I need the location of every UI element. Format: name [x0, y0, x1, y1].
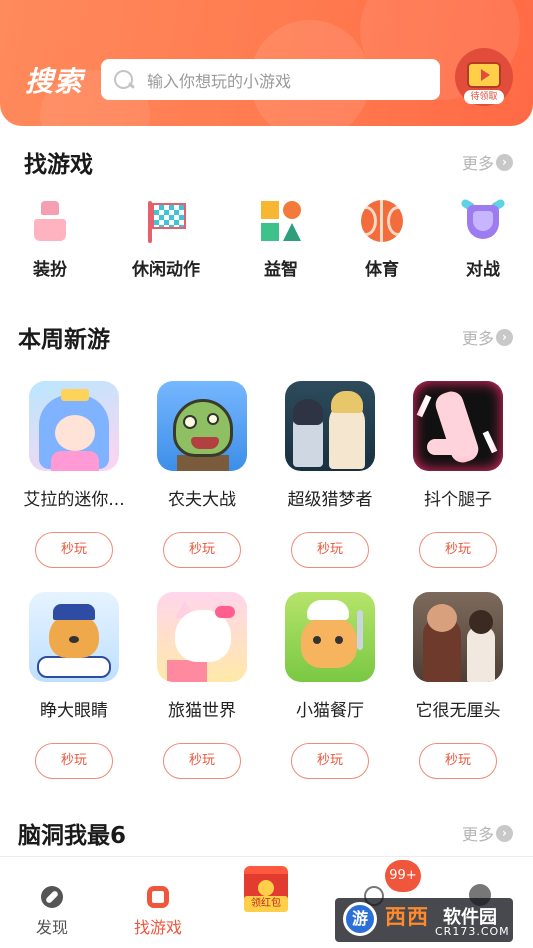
more-label: 更多	[462, 154, 495, 173]
play-button[interactable]: 秒玩	[419, 743, 497, 779]
category-label: 对战	[466, 260, 500, 280]
more-link-find-games[interactable]: 更多 ›	[462, 150, 514, 174]
category-label: 体育	[365, 260, 399, 280]
game-thumbnail[interactable]	[29, 381, 119, 471]
red-envelope-icon	[258, 880, 274, 896]
game-card[interactable]: 农夫大战 秒玩	[142, 381, 262, 568]
play-button[interactable]: 秒玩	[35, 532, 113, 568]
compass-icon	[41, 886, 63, 908]
game-name: 农夫大战	[168, 490, 236, 510]
game-thumbnail[interactable]	[157, 381, 247, 471]
category-puzzle[interactable]: 益智	[241, 199, 321, 280]
chevron-right-icon: ›	[496, 824, 514, 842]
more-link-weekly-new[interactable]: 更多 ›	[462, 325, 514, 349]
play-button[interactable]: 秒玩	[419, 532, 497, 568]
game-thumbnail[interactable]	[413, 381, 503, 471]
game-card[interactable]: 旅猫世界 秒玩	[142, 592, 262, 779]
watermark-url: CR173.COM	[435, 925, 510, 938]
game-name: 超级猎梦者	[287, 490, 373, 510]
more-link-brain-hole[interactable]: 更多 ›	[462, 821, 514, 845]
play-button[interactable]: 秒玩	[291, 532, 369, 568]
chevron-right-icon: ›	[496, 153, 514, 171]
game-grid-icon	[147, 886, 169, 908]
watermark-logo: 游 西西 软件园 CR173.COM	[335, 898, 513, 942]
reward-label: 待领取	[464, 90, 504, 104]
game-card[interactable]: 抖个腿子 秒玩	[398, 381, 518, 568]
game-name: 睁大眼睛	[40, 701, 108, 721]
search-input[interactable]: 输入你想玩的小游戏	[101, 59, 440, 100]
game-name: 艾拉的迷你...	[23, 490, 125, 510]
play-button[interactable]: 秒玩	[35, 743, 113, 779]
section-title-find-games: 找游戏	[24, 152, 93, 178]
watermark-main: 西西	[385, 905, 429, 929]
notification-badge: 99+	[385, 860, 421, 892]
game-card[interactable]: 艾拉的迷你... 秒玩	[14, 381, 134, 568]
more-label: 更多	[462, 825, 495, 844]
game-card[interactable]: 睁大眼睛 秒玩	[14, 592, 134, 779]
flag-icon	[144, 199, 188, 243]
category-label: 装扮	[33, 260, 67, 280]
header-bar: 搜索 输入你想玩的小游戏 待领取	[0, 0, 533, 126]
page-title: 搜索	[25, 65, 84, 98]
game-thumbnail[interactable]	[157, 592, 247, 682]
category-dress-up[interactable]: 装扮	[10, 199, 90, 280]
category-label: 益智	[264, 260, 298, 280]
ball-icon	[360, 199, 404, 243]
dress-icon	[28, 199, 72, 243]
category-casual-action[interactable]: 休闲动作	[126, 199, 206, 280]
game-thumbnail[interactable]	[29, 592, 119, 682]
play-button[interactable]: 秒玩	[291, 743, 369, 779]
game-name: 它很无厘头	[415, 701, 501, 721]
nav-tab-find-games[interactable]: 找游戏	[134, 886, 182, 938]
nav-tab-discover[interactable]: 发现	[36, 886, 68, 938]
game-name: 小猫餐厅	[296, 701, 364, 721]
nav-tab-label: 找游戏	[134, 918, 183, 937]
game-card[interactable]: 它很无厘头 秒玩	[398, 592, 518, 779]
watermark-circle: 游	[343, 902, 377, 936]
game-name: 抖个腿子	[424, 490, 492, 510]
puzzle-shapes-icon	[259, 199, 303, 243]
game-card[interactable]: 超级猎梦者 秒玩	[270, 381, 390, 568]
game-card[interactable]: 小猫餐厅 秒玩	[270, 592, 390, 779]
shield-icon	[459, 198, 507, 243]
search-placeholder: 输入你想玩的小游戏	[147, 71, 292, 91]
section-title-brain-hole: 脑洞我最6	[18, 823, 127, 849]
category-battle[interactable]: 对战	[443, 198, 523, 280]
game-thumbnail[interactable]	[413, 592, 503, 682]
more-label: 更多	[462, 329, 495, 348]
game-name: 旅猫世界	[168, 701, 236, 721]
video-gift-icon	[467, 62, 501, 88]
reward-button[interactable]: 待领取	[455, 48, 513, 106]
game-thumbnail[interactable]	[285, 592, 375, 682]
category-label: 休闲动作	[132, 260, 200, 280]
nav-tab-label: 发现	[36, 918, 69, 937]
search-icon	[113, 69, 135, 91]
chevron-right-icon: ›	[496, 328, 514, 346]
play-button[interactable]: 秒玩	[163, 743, 241, 779]
play-button[interactable]: 秒玩	[163, 532, 241, 568]
category-sports[interactable]: 体育	[342, 199, 422, 280]
red-envelope-label: 领红包	[244, 896, 288, 912]
section-title-weekly-new: 本周新游	[18, 327, 110, 353]
game-thumbnail[interactable]	[285, 381, 375, 471]
